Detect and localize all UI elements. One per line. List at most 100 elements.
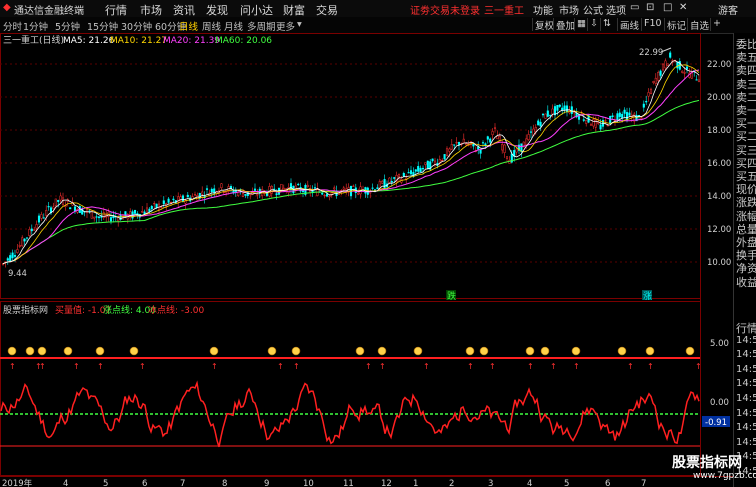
draw-line-button[interactable]: 画线 bbox=[617, 18, 639, 32]
candle-body bbox=[493, 127, 497, 129]
emoji-signal-icon bbox=[267, 346, 277, 356]
candle-body bbox=[657, 72, 660, 81]
candle-body bbox=[441, 159, 444, 162]
maximize-icon[interactable]: □ bbox=[663, 2, 672, 13]
tab-multi-period[interactable]: 多周期 bbox=[247, 19, 276, 33]
x-tick: 9 bbox=[264, 479, 269, 487]
emoji-signal-icon bbox=[129, 346, 139, 356]
candle-body bbox=[109, 217, 113, 222]
minimize-icon[interactable]: ▭ bbox=[630, 2, 639, 13]
candle-body bbox=[93, 216, 96, 219]
menu-wealth[interactable]: 财富 bbox=[283, 2, 305, 18]
candle-body bbox=[676, 61, 679, 69]
y-tick: 12.00 bbox=[707, 225, 731, 235]
candle-body bbox=[148, 208, 151, 212]
tab-daily[interactable]: 日线 bbox=[179, 19, 198, 33]
plus-icon[interactable]: + bbox=[710, 18, 721, 31]
candle-body bbox=[25, 237, 29, 239]
panel-item: 收益 bbox=[736, 275, 756, 289]
tab-weekly[interactable]: 周线 bbox=[202, 19, 221, 33]
candle-body bbox=[616, 113, 619, 121]
candle-body bbox=[501, 144, 504, 151]
menu-ask[interactable]: 问小达 bbox=[240, 2, 273, 18]
indicator-y-tick: 5.00 bbox=[710, 339, 729, 349]
f10-button[interactable]: F10 bbox=[641, 18, 662, 31]
menu-news[interactable]: 资讯 bbox=[173, 2, 195, 18]
candle-body bbox=[541, 113, 545, 116]
overlay-button[interactable]: 叠加 bbox=[553, 18, 575, 32]
candle-body bbox=[417, 166, 420, 172]
candle-body bbox=[448, 148, 451, 152]
up-arrow-icon: ↑ bbox=[467, 362, 474, 371]
candle-body bbox=[321, 192, 324, 195]
candle-body bbox=[628, 112, 631, 116]
chart-area[interactable]: 三一重工(日线) MA5: 21.26 MA10: 21.27 MA20: 21… bbox=[0, 33, 733, 487]
candle-body bbox=[33, 229, 36, 231]
emoji-signal-icon bbox=[465, 346, 475, 356]
menu-market[interactable]: 市场 bbox=[140, 2, 162, 18]
chevron-down-icon[interactable]: ▾ bbox=[297, 19, 302, 30]
candle-body bbox=[13, 255, 17, 257]
candle-body bbox=[558, 104, 561, 107]
x-tick: 7 bbox=[180, 479, 185, 487]
menu-trade[interactable]: 交易 bbox=[316, 2, 338, 18]
candle-body bbox=[186, 194, 189, 198]
restore-icon[interactable]: ⊡ bbox=[646, 2, 654, 13]
guest-label[interactable]: 游客 bbox=[718, 2, 738, 17]
candle-body bbox=[611, 115, 614, 118]
candle-body bbox=[181, 195, 185, 202]
candle-body bbox=[445, 148, 449, 156]
candle-body bbox=[479, 149, 482, 154]
candle-body bbox=[647, 92, 650, 97]
y-tick: 10.00 bbox=[707, 258, 731, 268]
candle-body bbox=[57, 199, 60, 202]
candle-body bbox=[162, 200, 165, 204]
tab-30min[interactable]: 30分钟 bbox=[121, 19, 152, 33]
tab-5min[interactable]: 5分钟 bbox=[55, 19, 80, 33]
download-icon[interactable]: ⇩ bbox=[587, 18, 598, 31]
candle-body bbox=[201, 191, 204, 195]
emoji-signal-icon bbox=[377, 346, 387, 356]
grid-icon[interactable]: ▦ bbox=[574, 18, 586, 31]
candle-body bbox=[6, 258, 9, 261]
tab-minute[interactable]: 分时 bbox=[3, 19, 22, 33]
emoji-signal-icon bbox=[355, 346, 365, 356]
candle-body bbox=[609, 115, 612, 124]
x-tick: 5 bbox=[564, 479, 569, 487]
menu-quotes[interactable]: 行情 bbox=[105, 2, 127, 18]
panel-tab-quotes[interactable]: 行情 bbox=[736, 320, 756, 336]
emoji-signal-icon bbox=[63, 346, 73, 356]
tab-more[interactable]: 更多 bbox=[276, 19, 295, 33]
menu-market-right[interactable]: 市场 bbox=[559, 2, 579, 17]
tab-15min[interactable]: 15分钟 bbox=[87, 19, 118, 33]
close-icon[interactable]: ✕ bbox=[679, 2, 687, 13]
candle-body bbox=[9, 255, 12, 262]
candle-body bbox=[352, 185, 355, 187]
x-tick: 3 bbox=[488, 479, 493, 487]
candle-body bbox=[306, 184, 309, 187]
restore-rights-button[interactable]: 复权 bbox=[532, 18, 554, 32]
candle-body bbox=[73, 206, 77, 212]
candle-body bbox=[409, 170, 413, 175]
candle-body bbox=[241, 193, 245, 197]
main-y-ticks: 22.00 20.00 18.00 16.00 14.00 12.00 10.0… bbox=[707, 60, 731, 268]
candle-body bbox=[323, 195, 326, 197]
tick-time: 14:5 bbox=[736, 436, 756, 448]
indicator-line bbox=[0, 380, 700, 448]
menu-function[interactable]: 功能 bbox=[533, 2, 553, 17]
tab-1min[interactable]: 1分钟 bbox=[23, 19, 48, 33]
login-notice[interactable]: 证劵交易未登录 bbox=[410, 2, 480, 17]
tab-monthly[interactable]: 月线 bbox=[224, 19, 243, 33]
menu-discover[interactable]: 发现 bbox=[206, 2, 228, 18]
x-tick: 4 bbox=[527, 479, 532, 487]
x-axis-labels: 2019年 4 5 6 7 8 9 10 11 12 1 2 3 4 5 6 7 bbox=[2, 478, 646, 487]
watchlist-add-button[interactable]: 自选 bbox=[687, 18, 709, 32]
candle-body bbox=[640, 117, 643, 119]
mark-button[interactable]: 标记 bbox=[664, 18, 686, 32]
x-tick: 8 bbox=[222, 479, 227, 487]
candle-body bbox=[486, 136, 489, 140]
menu-options[interactable]: 选项 bbox=[606, 2, 626, 17]
menu-formula[interactable]: 公式 bbox=[583, 2, 603, 17]
up-arrow-icon: ↑ bbox=[139, 362, 146, 371]
compare-icon[interactable]: ⇅ bbox=[600, 18, 611, 31]
